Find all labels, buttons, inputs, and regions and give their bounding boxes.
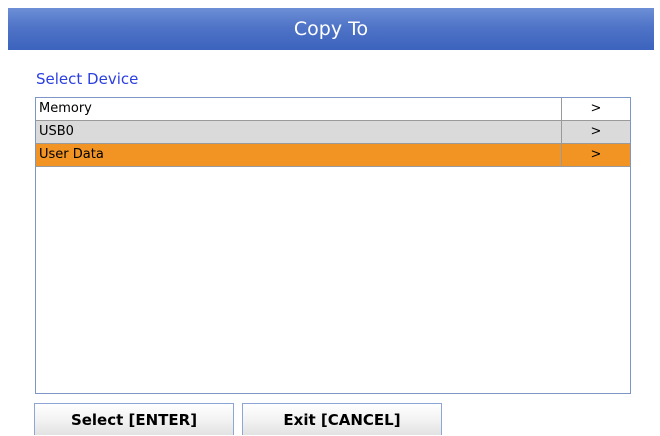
dialog-title: Copy To xyxy=(293,18,369,40)
device-name: Memory xyxy=(39,101,92,116)
select-device-label: Select Device xyxy=(36,70,139,88)
device-name: USB0 xyxy=(39,124,74,139)
chevron-right-icon[interactable]: > xyxy=(561,121,630,143)
device-list[interactable]: Memory > USB0 > User Data > xyxy=(35,97,631,394)
select-button[interactable]: Select [ENTER] xyxy=(34,403,234,435)
device-row-user-data[interactable]: User Data > xyxy=(36,144,630,167)
device-name: User Data xyxy=(39,147,104,162)
chevron-right-icon[interactable]: > xyxy=(561,144,630,166)
dialog-title-bar: Copy To xyxy=(8,8,654,50)
device-row-memory[interactable]: Memory > xyxy=(36,98,630,121)
exit-button[interactable]: Exit [CANCEL] xyxy=(242,403,442,435)
device-row-usb0[interactable]: USB0 > xyxy=(36,121,630,144)
chevron-right-icon[interactable]: > xyxy=(561,98,630,120)
